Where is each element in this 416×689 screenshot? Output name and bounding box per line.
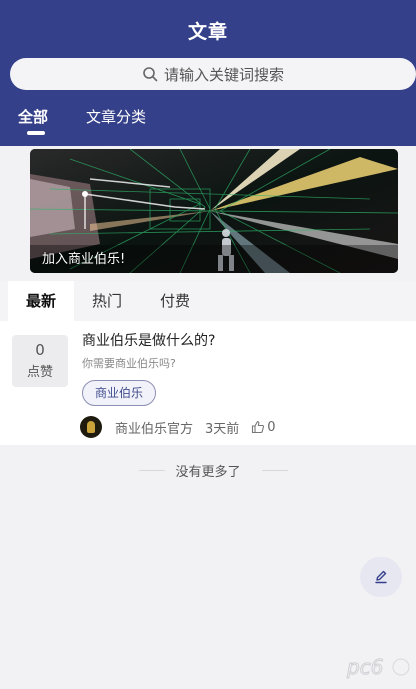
write-article-button[interactable]: [360, 557, 402, 597]
active-tab-indicator: [27, 131, 45, 135]
tab-all[interactable]: 全部: [18, 106, 48, 127]
search-input[interactable]: 请输入关键词搜索: [10, 58, 416, 90]
avatar[interactable]: [80, 416, 102, 438]
thumb-count: 0: [267, 419, 276, 435]
edit-icon: [375, 570, 387, 584]
page-title: 文章: [187, 21, 228, 43]
watermark-text: pc6: [346, 655, 383, 679]
author-name[interactable]: 商业伯乐官方: [115, 418, 193, 437]
subtab-hot[interactable]: 热门: [74, 281, 140, 321]
article-tag[interactable]: 商业伯乐: [82, 380, 157, 406]
likes-count: 0: [35, 341, 45, 359]
banner-area: 加入商业伯乐!: [0, 146, 416, 280]
article-meta: 商业伯乐官方 3天前 0: [80, 416, 276, 438]
article-subtitle: 你需要商业伯乐吗?: [82, 357, 176, 370]
article-title[interactable]: 商业伯乐是做什么的?: [82, 330, 215, 350]
search-placeholder: 请输入关键词搜索: [163, 65, 284, 84]
main-tabs: 全部 文章分类: [0, 100, 416, 140]
header-bar: 文章 请输入关键词搜索 全部 文章分类: [0, 0, 416, 146]
likes-box[interactable]: 0 点赞: [12, 335, 68, 387]
subtab-paid[interactable]: 付费: [140, 281, 210, 321]
pc6-watermark-logo: pc6: [345, 654, 411, 680]
tab-article-categories[interactable]: 文章分类: [86, 106, 146, 127]
banner-image[interactable]: 加入商业伯乐!: [30, 149, 398, 273]
banner-caption: 加入商业伯乐!: [42, 252, 126, 267]
no-more-text: 没有更多了: [175, 465, 241, 480]
post-time: 3天前: [205, 421, 240, 437]
thumb-up-icon: [252, 420, 265, 434]
subtab-latest[interactable]: 最新: [8, 281, 74, 321]
divider-right: [262, 470, 288, 471]
search-icon: [143, 67, 158, 82]
thumb-up-button[interactable]: 0: [251, 419, 276, 435]
likes-label: 点赞: [26, 365, 53, 380]
sub-tabs: 最新 热门 付费: [0, 281, 416, 321]
article-card[interactable]: 0 点赞 商业伯乐是做什么的? 你需要商业伯乐吗? 商业伯乐 商业伯乐官方 3天…: [0, 321, 416, 445]
